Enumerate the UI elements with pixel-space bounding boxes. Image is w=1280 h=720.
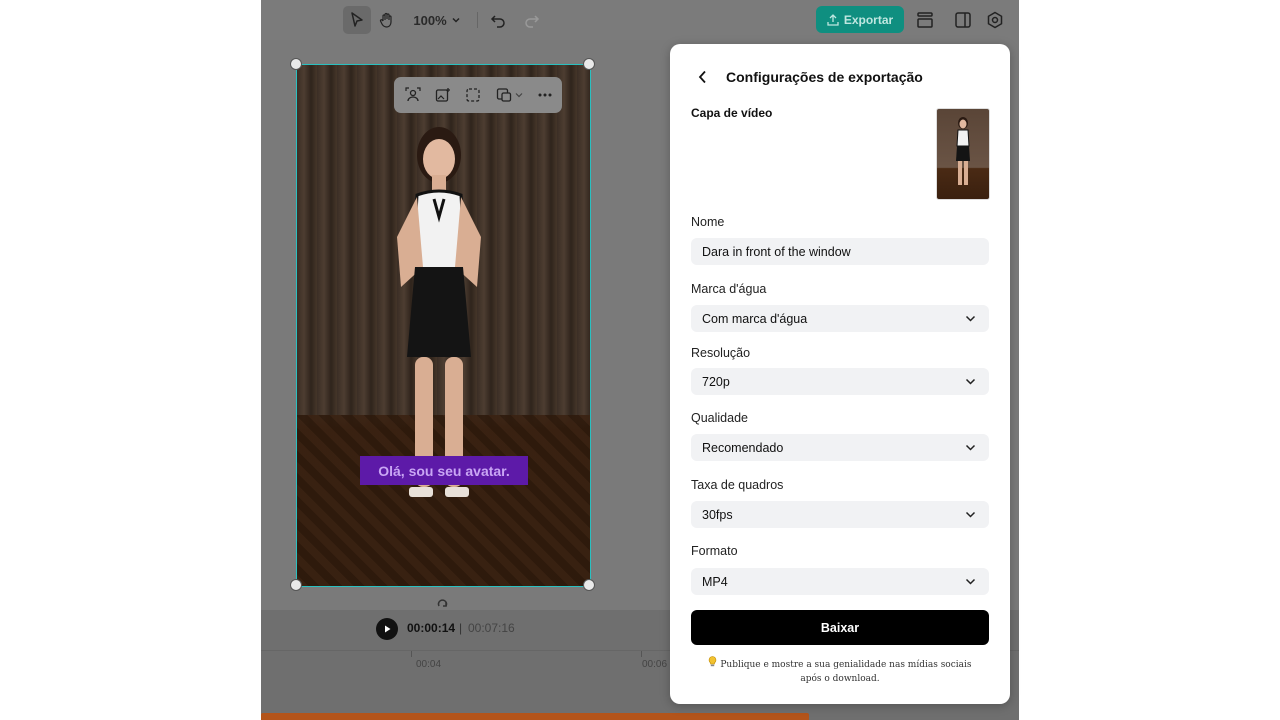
play-button[interactable] — [376, 618, 398, 640]
more-options-button[interactable] — [534, 84, 556, 106]
export-settings-panel: Configurações de exportação Capa de víde… — [670, 44, 1010, 704]
resize-handle-top-left[interactable] — [290, 58, 302, 70]
download-button[interactable]: Baixar — [691, 610, 989, 645]
watermark-label: Marca d'água — [691, 282, 767, 296]
lightbulb-icon — [709, 656, 717, 667]
format-select[interactable]: MP4 — [691, 568, 989, 595]
chevron-left-icon — [698, 70, 706, 84]
avatar-edit-button[interactable] — [402, 84, 424, 106]
background-icon — [496, 88, 511, 102]
resolution-label: Resolução — [691, 346, 751, 360]
toolbar-divider — [477, 12, 478, 28]
export-label: Exportar — [843, 12, 894, 27]
quality-select-value: Recomendado — [702, 440, 784, 455]
more-horizontal-icon — [538, 93, 552, 97]
name-label: Nome — [691, 215, 725, 229]
upload-icon — [827, 13, 839, 26]
video-preview[interactable]: Olá, sou seu avatar. — [296, 64, 591, 587]
layers-icon — [917, 12, 933, 28]
gear-icon — [987, 11, 1003, 29]
replace-media-button[interactable] — [432, 84, 454, 106]
export-button[interactable]: Exportar — [816, 6, 904, 33]
time-separator: | — [459, 621, 463, 635]
hand-tool-button[interactable] — [373, 6, 401, 34]
resolution-select[interactable]: 720p — [691, 368, 989, 395]
resize-handle-bottom-left[interactable] — [290, 579, 302, 591]
background-dropdown[interactable] — [492, 84, 526, 106]
undo-button[interactable] — [485, 6, 511, 34]
select-tool-button[interactable] — [343, 6, 371, 34]
resize-handle-top-right[interactable] — [583, 58, 595, 70]
subtitle-caption[interactable]: Olá, sou seu avatar. — [360, 456, 528, 485]
hand-icon — [379, 12, 392, 28]
redo-button[interactable] — [519, 6, 545, 34]
total-time: 00:07:16 — [468, 621, 515, 635]
watermark-select[interactable]: Com marca d'água — [691, 305, 989, 332]
chevron-down-icon — [965, 511, 976, 518]
play-icon — [385, 625, 391, 633]
undo-icon — [490, 15, 505, 28]
timeline-tick-label: 00:06 — [642, 659, 668, 670]
format-label: Formato — [691, 544, 738, 558]
name-input[interactable]: Dara in front of the window — [691, 238, 989, 265]
timeline-tick — [411, 651, 412, 657]
watermark-select-value: Com marca d'água — [702, 311, 808, 326]
current-time: 00:00:14 — [407, 621, 456, 635]
sidebar-icon — [955, 12, 971, 28]
settings-button[interactable] — [981, 6, 1009, 34]
share-tip: Publique e mostre a sua genialidade nas … — [704, 656, 976, 686]
zoom-dropdown[interactable]: 100% — [411, 6, 463, 34]
framerate-select-value: 30fps — [702, 507, 733, 522]
rotate-icon[interactable] — [436, 598, 450, 610]
panel-toggle-button[interactable] — [949, 6, 977, 34]
quality-select[interactable]: Recomendado — [691, 434, 989, 461]
framerate-select[interactable]: 30fps — [691, 501, 989, 528]
back-button[interactable] — [694, 68, 712, 86]
name-input-value: Dara in front of the window — [702, 244, 851, 259]
format-select-value: MP4 — [702, 574, 728, 589]
panel-title: Configurações de exportação — [726, 69, 923, 85]
cover-avatar-figure — [956, 117, 970, 185]
video-track[interactable] — [261, 713, 809, 720]
redo-icon — [525, 15, 540, 28]
chevron-down-icon — [965, 315, 976, 322]
framerate-label: Taxa de quadros — [691, 478, 784, 492]
person-icon — [405, 87, 421, 102]
pointer-icon — [351, 12, 363, 27]
top-toolbar: 100% Exportar — [261, 0, 1019, 40]
chevron-down-icon — [452, 17, 460, 23]
resolution-select-value: 720p — [702, 374, 730, 389]
layers-button[interactable] — [911, 6, 939, 34]
chevron-down-icon — [965, 444, 976, 451]
crop-button[interactable] — [462, 84, 484, 106]
cover-thumbnail[interactable] — [936, 108, 990, 200]
floating-toolbar — [394, 77, 562, 113]
share-tip-text: Publique e mostre a sua genialidade nas … — [720, 660, 972, 684]
timeline-tick — [641, 651, 642, 657]
timeline-tick-label: 00:04 — [416, 659, 442, 670]
quality-label: Qualidade — [691, 411, 748, 425]
chevron-down-icon — [965, 578, 976, 585]
image-add-icon — [435, 88, 450, 102]
zoom-level: 100% — [413, 12, 447, 28]
chevron-down-icon — [515, 93, 522, 98]
crop-icon — [466, 88, 480, 102]
chevron-down-icon — [965, 378, 976, 385]
resize-handle-bottom-right[interactable] — [583, 579, 595, 591]
cover-label: Capa de vídeo — [691, 106, 773, 120]
